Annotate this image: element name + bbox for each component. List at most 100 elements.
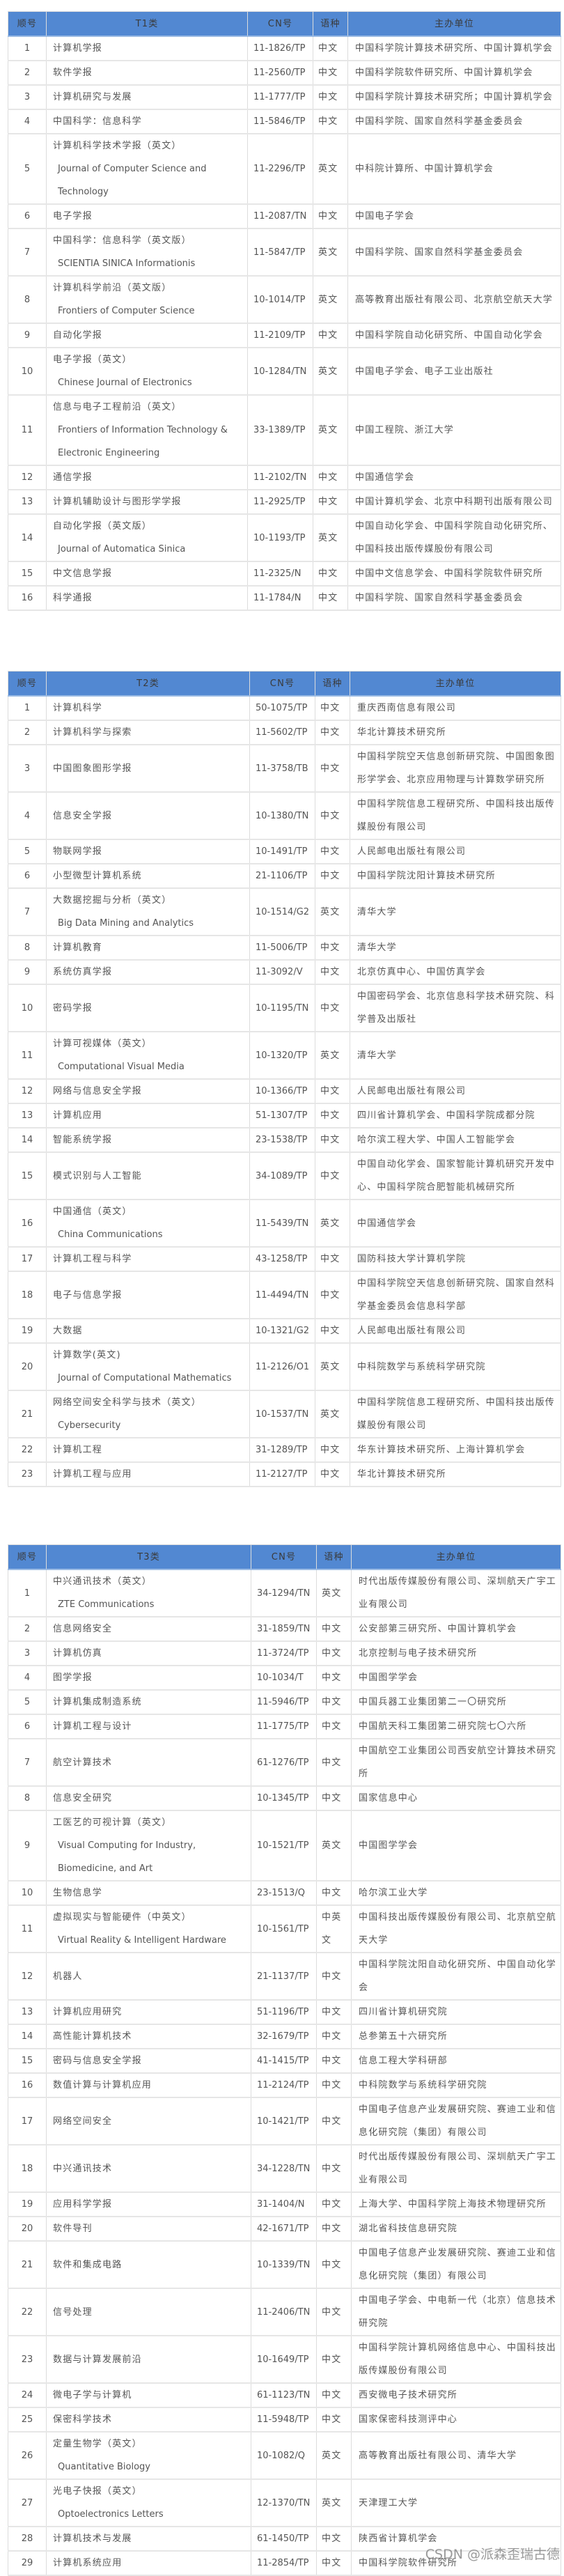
sponsor-org: 中国自动化学会、国家智能计算机研究开发中心、中国科学院合肥智能机械研究所 <box>350 1152 561 1200</box>
cn-number: 11-2109/TP <box>247 323 313 348</box>
language: 中文 <box>316 2192 352 2217</box>
journal-name: 保密科学技术 <box>46 2407 251 2433</box>
table-row: 19 大数据 10-1321/G2 中文 人民邮电出版社有限公司 <box>8 1319 561 1344</box>
row-number: 18 <box>8 2145 47 2193</box>
journal-name: 软件和集成电路 <box>46 2241 251 2289</box>
language: 中文 <box>315 839 350 864</box>
language: 中文 <box>313 323 348 348</box>
language: 中文 <box>315 1271 350 1319</box>
sponsor-org: 公安部第三研究所、中国计算机学会 <box>351 1617 561 1642</box>
journal-name-zh: 密码学报 <box>53 1002 93 1014</box>
language: 中文 <box>313 490 348 515</box>
journal-name: 计算机科学 <box>46 696 250 721</box>
sponsor-org: 北京仿真中心、中国仿真学会 <box>350 960 561 985</box>
table-row: 10 生物信息学 23-1513/Q 中文 哈尔滨工业大学 <box>8 1881 561 1906</box>
cn-number: 23-1538/TP <box>249 1128 315 1153</box>
journal-name-zh: 电子与信息学报 <box>53 1289 123 1301</box>
journal-name-zh: 计算数学(英文) <box>53 1350 121 1360</box>
language: 中英文 <box>316 1905 352 1953</box>
journal-name-zh: 保密科学技术 <box>53 2414 113 2425</box>
row-number: 11 <box>8 395 47 466</box>
journal-name-en: Virtual Reality & Intelligent Hardware <box>58 1935 226 1946</box>
language: 中文 <box>315 1438 350 1463</box>
row-number: 19 <box>8 2192 47 2217</box>
journal-name-zh: 大数据 <box>53 1326 83 1336</box>
journal-name: 中兴通讯技术 <box>46 2145 251 2193</box>
cn-number: 11-5439/TN <box>249 1200 315 1248</box>
sponsor-org: 中国电子学会、中电新一代（北京）信息技术研究院 <box>351 2288 561 2336</box>
cn-number: 11-2102/TN <box>247 465 313 490</box>
row-number: 12 <box>8 1953 47 2001</box>
table-row: 7 大数据挖掘与分析（英文） Big Data Mining and Analyti… <box>8 888 561 936</box>
cn-number: 10-1195/TN <box>249 984 315 1032</box>
language: 中文 <box>316 2288 352 2336</box>
row-number: 4 <box>8 1666 47 1691</box>
sponsor-org: 中国科学院软件研究所、中国计算机学会 <box>347 61 561 86</box>
table-row: 24 微电子学与计算机 61-1123/TN 中文 西安微电子技术研究所 <box>8 2383 561 2408</box>
cn-number: 11-1784/N <box>247 586 313 611</box>
journal-name: 电子与信息学报 <box>46 1271 250 1319</box>
row-number: 11 <box>8 1905 47 1953</box>
cn-number: 23-1513/Q <box>251 1881 317 1906</box>
cn-number: 10-1284/TN <box>247 348 313 396</box>
language: 英文 <box>313 348 348 396</box>
journal-name: 计算机应用 <box>46 1103 250 1128</box>
journal-name-zh: 系统仿真学报 <box>53 967 113 977</box>
journal-name-zh: 数值计算与计算机应用 <box>53 2080 152 2090</box>
journal-name-zh: 中国科学：信息科学 <box>53 116 142 127</box>
row-number: 1 <box>8 696 47 721</box>
cn-number: 11-2126/O1 <box>249 1343 315 1391</box>
language: 中文 <box>316 1739 352 1787</box>
table-row: 15 密码与信息安全学报 41-1415/TP 中文 信息工程大学科研部 <box>8 2049 561 2074</box>
row-number: 21 <box>8 2241 47 2289</box>
row-number: 9 <box>8 960 47 985</box>
language: 英文 <box>315 1200 350 1248</box>
language: 中文 <box>315 792 350 840</box>
language: 中文 <box>316 1690 352 1715</box>
table-row: 4 信息安全学报 10-1380/TN 中文 中国科学院信息工程研究所、中国科技出版传媒… <box>8 792 561 840</box>
sponsor-org: 北京控制与电子技术研究所 <box>351 1641 561 1666</box>
journal-name: 通信学报 <box>46 465 248 490</box>
sponsor-org: 中国科学院沈阳自动化研究所、中国自动化学会 <box>351 1953 561 2001</box>
journal-name-zh: 模式识别与人工智能 <box>53 1170 142 1181</box>
table-row: 15 模式识别与人工智能 34-1089/TP 中文 中国自动化学会、国家智能计算机研究… <box>8 1152 561 1200</box>
journal-name: 计算机仿真 <box>46 1641 251 1666</box>
table-row: 5 计算机科学技术学报（英文） Journal of Computer Scienc… <box>8 134 561 205</box>
row-number: 15 <box>8 1152 47 1200</box>
row-number: 27 <box>8 2479 47 2527</box>
table-row: 11 计算可视媒体（英文） Computational Visual Media 10… <box>8 1032 561 1080</box>
journal-name-zh: 计算机工程与应用 <box>53 1469 132 1480</box>
sponsor-org: 时代出版传媒股份有限公司、深圳航天广宇工业有限公司 <box>351 1569 561 1617</box>
journal-table-t3: 顺号 T3类 CN号 语种 主办单位 1 中兴通讯技术（英文） ZTE Communicati… <box>8 1544 561 2576</box>
journal-name: 计算机工程与科学 <box>46 1247 250 1272</box>
cn-number: 11-5846/TP <box>247 109 313 134</box>
table-row: 17 计算机工程与科学 43-1258/TP 中文 国防科技大学计算机学院 <box>8 1247 561 1272</box>
sponsor-org: 哈尔滨工程大学、中国人工智能学会 <box>350 1128 561 1153</box>
language: 英文 <box>315 1343 350 1391</box>
cn-number: 10-1380/TN <box>249 792 315 840</box>
sponsor-org: 西安微电子技术研究所 <box>351 2383 561 2408</box>
table-row: 10 密码学报 10-1195/TN 中文 中国密码学会、北京信息科学技术研究院、科学普… <box>8 984 561 1032</box>
table-row: 8 计算机科学前沿（英文版） Frontiers of Computer Scien… <box>8 276 561 324</box>
table-row: 6 计算机工程与设计 11-1775/TP 中文 中国航天科工集团第二研究院七〇六所 <box>8 1714 561 1739</box>
sponsor-org: 中国兵器工业集团第二一〇研究所 <box>351 1690 561 1715</box>
language: 英文 <box>315 888 350 936</box>
cn-number: 10-1561/TP <box>251 1905 317 1953</box>
journal-name: 高性能计算机技术 <box>46 2024 251 2049</box>
journal-name-zh: 科学通报 <box>53 593 93 603</box>
row-number: 3 <box>8 1641 47 1666</box>
row-number: 2 <box>8 720 47 745</box>
language: 中文 <box>313 561 348 587</box>
journal-name: 软件学报 <box>46 61 248 86</box>
row-number: 11 <box>8 1032 47 1080</box>
header-cn: CN号 <box>249 671 315 697</box>
table-row: 1 计算机学报 11-1826/TP 中文 中国科学院计算技术研究所、中国计算机学会 <box>8 36 561 61</box>
sponsor-org: 中国工程院、浙江大学 <box>347 395 561 466</box>
journal-name-zh: 信息安全学报 <box>53 810 113 821</box>
journal-name: 小型微型计算机系统 <box>46 864 250 889</box>
journal-name-zh: 网络与信息安全学报 <box>53 1086 142 1096</box>
journal-name-zh: 大数据挖掘与分析（英文） <box>53 895 172 906</box>
table-row: 27 光电子快报（英文） Optoelectronics Letters 12-137… <box>8 2479 561 2527</box>
journal-name-zh: 物联网学报 <box>53 846 103 857</box>
journal-name-zh: 机器人 <box>53 1971 83 1982</box>
